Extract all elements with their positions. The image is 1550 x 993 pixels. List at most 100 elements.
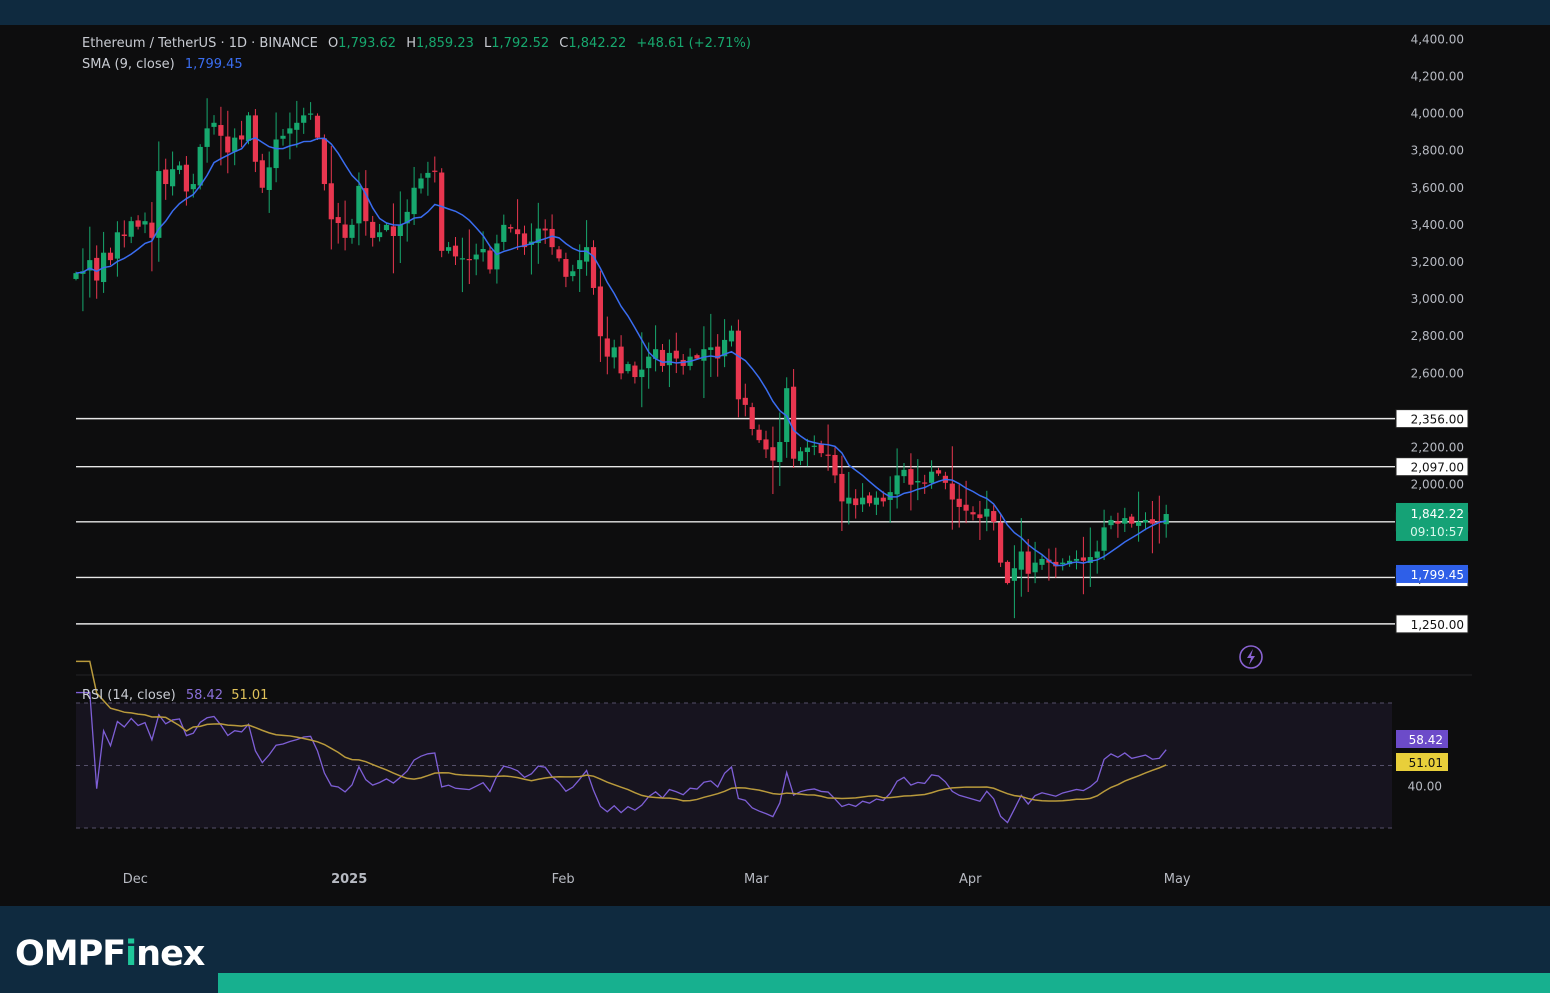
- candle-body: [501, 224, 507, 242]
- candle-body: [742, 397, 748, 405]
- level-label: 2,356.00: [1411, 413, 1464, 427]
- rsi-tick-label: 40.00: [1408, 779, 1442, 793]
- y-tick-label: 3,400.00: [1411, 218, 1464, 232]
- sma-legend[interactable]: SMA (9, close) 1,799.45: [82, 57, 243, 72]
- candle-body: [659, 349, 666, 366]
- candle-body: [908, 469, 914, 485]
- candle-body: [170, 169, 176, 187]
- candle-body: [963, 504, 969, 511]
- rsi-layer: [76, 660, 1392, 829]
- x-tick-label: Feb: [552, 872, 575, 887]
- candle-body: [770, 447, 776, 461]
- candle-body: [515, 229, 521, 235]
- candle-body: [577, 260, 583, 270]
- candle-body: [301, 115, 307, 123]
- candle-body: [321, 138, 327, 185]
- candle-body: [866, 495, 873, 504]
- symbol-name: Ethereum / TetherUS · 1D · BINANCE: [82, 36, 318, 51]
- candle-body: [1060, 562, 1066, 565]
- sma-price-label: 1,799.45: [1411, 568, 1464, 582]
- candle-body: [935, 470, 942, 474]
- candle-body: [163, 169, 169, 185]
- candle-body: [618, 346, 624, 374]
- candle-body: [791, 386, 797, 459]
- candle-body: [1101, 527, 1107, 551]
- candle-body: [121, 234, 127, 237]
- candle-body: [1108, 519, 1114, 526]
- candle-body: [563, 259, 569, 277]
- candle-body: [370, 221, 376, 238]
- candle-body: [197, 146, 203, 186]
- candle-body: [632, 365, 638, 378]
- top-frame-bar: [0, 0, 1550, 25]
- candle-body: [604, 338, 610, 357]
- rsi-value: 58.42: [185, 688, 224, 703]
- price-labels-layer: 2,356.002,097.001,800.001,500.001,250.00…: [1395, 409, 1469, 771]
- candle-body: [183, 164, 189, 192]
- candle-body: [777, 442, 783, 463]
- candle-body: [922, 482, 928, 484]
- candle-body: [853, 498, 859, 506]
- candle-body: [735, 330, 741, 400]
- candle-body: [1073, 558, 1080, 561]
- alert-lightning-icon[interactable]: [1239, 645, 1263, 669]
- high-label: H: [406, 36, 416, 51]
- candle-body: [239, 135, 245, 140]
- candle-body: [549, 228, 555, 248]
- candle-body: [873, 497, 879, 505]
- candle-body: [1080, 557, 1086, 561]
- candle-body: [487, 250, 493, 270]
- candle-body: [929, 471, 935, 483]
- candle-body: [556, 249, 562, 259]
- candle-body: [749, 407, 755, 430]
- candle-body: [949, 483, 955, 500]
- candle-body: [142, 221, 148, 225]
- brand-rest: nex: [136, 934, 205, 974]
- candle-body: [846, 497, 852, 504]
- candle-body: [452, 245, 459, 257]
- candle-body: [494, 243, 500, 270]
- candle-body: [825, 454, 831, 456]
- candle-body: [570, 271, 576, 277]
- footer-accent-stripe: [218, 973, 1550, 993]
- candle-body: [377, 232, 383, 238]
- candle-body: [701, 349, 707, 361]
- candle-body: [439, 172, 445, 251]
- candle-body: [901, 469, 907, 477]
- rsi-legend[interactable]: RSI (14, close) 58.42 51.01: [82, 688, 268, 703]
- candle-body: [625, 364, 631, 372]
- candle-body: [218, 125, 224, 136]
- candle-body: [894, 475, 900, 495]
- candle-body: [266, 167, 272, 190]
- y-tick-label: 2,200.00: [1411, 441, 1464, 455]
- candle-body: [107, 252, 114, 261]
- x-tick-label: Apr: [959, 872, 982, 887]
- open-label: O: [327, 36, 339, 51]
- candle-body: [232, 137, 238, 152]
- chart-panel[interactable]: 4,400.00 4,200.00 4,000.00 3,800.00 3,600.00…: [0, 25, 1550, 906]
- rsi-label: RSI (14, close): [82, 688, 176, 703]
- candle-body: [811, 445, 817, 447]
- candle-body: [832, 454, 838, 476]
- candle-body: [397, 224, 403, 237]
- sma-label: SMA (9, close): [82, 57, 175, 72]
- x-tick-label: Mar: [744, 872, 769, 887]
- symbol-legend[interactable]: Ethereum / TetherUS · 1D · BINANCE O1,79…: [82, 36, 751, 51]
- change-value: +48.61 (+2.71%): [636, 36, 751, 51]
- candle-body: [756, 429, 762, 441]
- rsi-ma-value-tag: 51.01: [1409, 756, 1443, 770]
- candle-body: [708, 347, 714, 350]
- candle-body: [128, 221, 134, 237]
- brand-logo[interactable]: OMPFinex: [15, 934, 205, 974]
- candle-body: [135, 220, 141, 227]
- candle-body: [273, 139, 279, 169]
- candle-body: [190, 184, 196, 190]
- candle-body: [1115, 521, 1121, 524]
- candle-body: [349, 224, 355, 238]
- candle-body: [915, 480, 921, 483]
- y-tick-label: 2,800.00: [1411, 329, 1464, 343]
- candle-body: [459, 258, 465, 260]
- level-label: 1,250.00: [1411, 618, 1464, 632]
- chart-canvas[interactable]: 4,400.00 4,200.00 4,000.00 3,800.00 3,600.00…: [0, 25, 1550, 906]
- candle-body: [418, 178, 424, 189]
